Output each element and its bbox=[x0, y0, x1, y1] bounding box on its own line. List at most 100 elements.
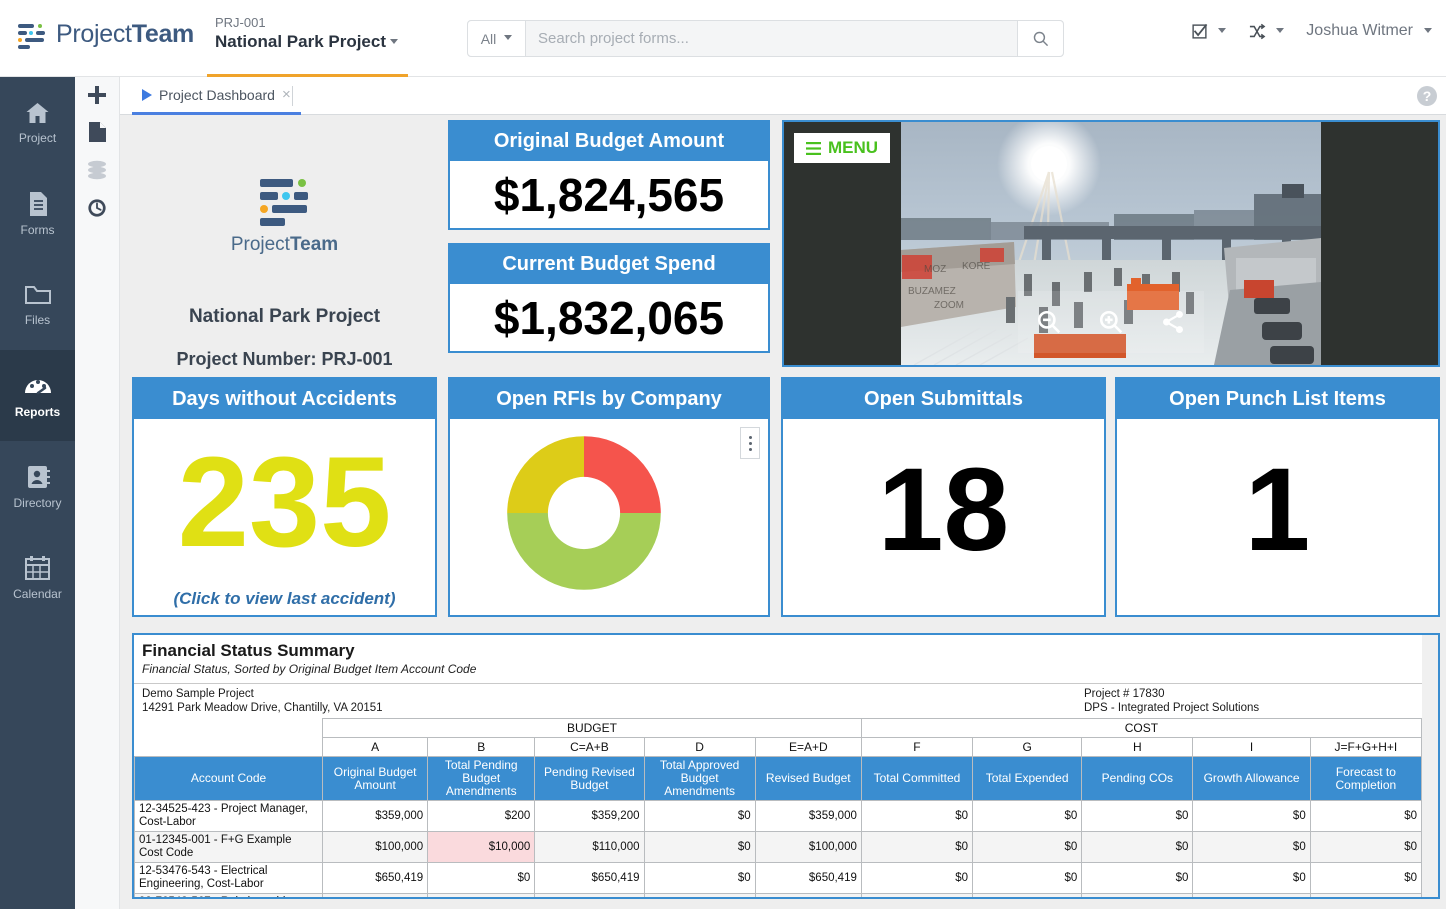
search-input[interactable] bbox=[526, 21, 1017, 56]
data-sources-button[interactable] bbox=[75, 151, 119, 189]
table-row[interactable]: 01-12345-001 - F+G Example Cost Code $100… bbox=[134, 831, 1423, 863]
column-header-pending-revised[interactable]: Pending Revised Budget bbox=[534, 756, 645, 801]
search-submit-button[interactable] bbox=[1017, 21, 1063, 56]
tasks-menu[interactable] bbox=[1191, 23, 1227, 40]
sidebar-item-project[interactable]: Project bbox=[0, 77, 75, 168]
jobsite-webcam-panel[interactable]: MOZ KORE BUZAMEZ ZOOM MENU bbox=[782, 120, 1440, 367]
svg-text:MOZ: MOZ bbox=[924, 264, 946, 275]
financial-status-summary-report[interactable]: Financial Status Summary Financial Statu… bbox=[132, 633, 1440, 899]
card-current-budget-spend[interactable]: Current Budget Spend $1,832,065 bbox=[448, 243, 770, 353]
card-title: Days without Accidents bbox=[134, 379, 435, 419]
card-title: Current Budget Spend bbox=[450, 245, 768, 284]
chevron-down-icon bbox=[1424, 27, 1432, 33]
column-header-growth-allowance[interactable]: Growth Allowance bbox=[1192, 756, 1311, 801]
chevron-down-icon[interactable] bbox=[390, 39, 399, 45]
close-icon[interactable]: × bbox=[282, 86, 291, 103]
zoom-out-button[interactable] bbox=[1018, 291, 1080, 353]
group-header-cost: COST bbox=[860, 718, 1423, 738]
letter-e: E=A+D bbox=[754, 737, 862, 757]
plus-icon bbox=[88, 86, 106, 104]
sidebar-item-directory[interactable]: Directory bbox=[0, 441, 75, 532]
column-header-pending-amendments[interactable]: Total Pending Budget Amendments bbox=[427, 756, 536, 801]
column-header-original-budget[interactable]: Original Budget Amount bbox=[322, 756, 429, 801]
rfi-donut-chart[interactable] bbox=[504, 433, 664, 593]
magnifier-plus-icon bbox=[1099, 310, 1123, 334]
cell-amount: $0 bbox=[1309, 862, 1423, 894]
card-open-submittals[interactable]: Open Submittals 18 bbox=[781, 377, 1106, 617]
folder-icon bbox=[24, 285, 51, 304]
share-icon bbox=[1163, 310, 1183, 334]
column-header-total-committed[interactable]: Total Committed bbox=[860, 756, 974, 801]
search-scope-dropdown[interactable]: All bbox=[468, 21, 526, 56]
card-original-budget-amount[interactable]: Original Budget Amount $1,824,565 bbox=[448, 120, 770, 230]
report-title: Financial Status Summary bbox=[142, 641, 355, 660]
report-subtitle: Financial Status, Sorted by Original Bud… bbox=[142, 662, 477, 676]
card-days-without-accidents[interactable]: Days without Accidents 235 (Click to vie… bbox=[132, 377, 437, 617]
search-icon bbox=[1033, 31, 1049, 47]
cell-amount: $64,506 bbox=[534, 893, 645, 897]
tab-project-dashboard[interactable]: Project Dashboard × bbox=[132, 77, 301, 115]
webcam-menu-label: MENU bbox=[828, 138, 879, 157]
letter-i: I bbox=[1192, 737, 1311, 757]
cell-amount: $0 bbox=[972, 862, 1083, 894]
column-header-approved-amendments[interactable]: Total Approved Budget Amendments bbox=[643, 756, 756, 801]
project-name: National Park Project bbox=[215, 32, 387, 51]
table-row[interactable]: 98-76543-567 - Reimbursables, Expense$64… bbox=[134, 893, 1423, 897]
donut-slice[interactable] bbox=[507, 513, 661, 590]
calendar-icon bbox=[25, 555, 50, 580]
webcam-controls bbox=[1018, 291, 1204, 353]
card-footnote[interactable]: (Click to view last accident) bbox=[134, 589, 435, 609]
card-value: $1,824,565 bbox=[493, 169, 725, 221]
table-row[interactable]: 12-53476-543 - Electrical Engineering, C… bbox=[134, 862, 1423, 894]
sidebar-item-forms[interactable]: Forms bbox=[0, 168, 75, 259]
shortcuts-menu[interactable] bbox=[1248, 23, 1285, 40]
history-button[interactable] bbox=[75, 189, 119, 227]
card-open-rfis-by-company[interactable]: Open RFIs by Company bbox=[448, 377, 770, 617]
financial-table-body: 12-34525-423 - Project Manager, Cost-Lab… bbox=[134, 800, 1423, 897]
column-header-account-code[interactable]: Account Code bbox=[134, 756, 324, 801]
add-new-button[interactable] bbox=[75, 77, 119, 113]
project-selector[interactable]: PRJ-001 National Park Project bbox=[215, 14, 399, 53]
primary-sidebar: Project Forms Files Reports Directory Ca… bbox=[0, 77, 75, 909]
cell-amount: $0 bbox=[643, 862, 756, 894]
table-row[interactable]: 12-34525-423 - Project Manager, Cost-Lab… bbox=[134, 800, 1423, 832]
cell-amount: $0 bbox=[972, 893, 1083, 897]
webcam-menu-button[interactable]: MENU bbox=[794, 133, 891, 163]
chevron-down-icon bbox=[504, 35, 513, 40]
project-info-block: ProjectTeam National Park Project Projec… bbox=[132, 120, 437, 370]
sidebar-item-reports[interactable]: Reports bbox=[0, 350, 75, 441]
projectteam-logo-large-icon bbox=[254, 175, 316, 226]
app-logo[interactable]: ProjectTeam bbox=[16, 20, 194, 49]
letter-g: G bbox=[972, 737, 1083, 757]
donut-slice[interactable] bbox=[507, 436, 584, 513]
donut-slice[interactable] bbox=[584, 436, 661, 513]
report-meta-right-line2: DPS - Integrated Project Solutions bbox=[1084, 702, 1260, 714]
zoom-in-button[interactable] bbox=[1080, 291, 1142, 353]
column-header-pending-cos[interactable]: Pending COs bbox=[1081, 756, 1194, 801]
letter-b: B bbox=[427, 737, 536, 757]
checkbox-icon bbox=[1192, 23, 1208, 39]
card-open-punch-list-items[interactable]: Open Punch List Items 1 bbox=[1115, 377, 1440, 617]
letter-j: J=F+G+H+I bbox=[1309, 737, 1423, 757]
report-meta-left-line1: Demo Sample Project bbox=[142, 688, 254, 700]
report-meta-left-line2: 14291 Park Meadow Drive, Chantilly, VA 2… bbox=[142, 702, 383, 714]
share-button[interactable] bbox=[1142, 291, 1204, 353]
sidebar-label: Forms bbox=[20, 222, 55, 237]
column-header-total-expended[interactable]: Total Expended bbox=[972, 756, 1083, 801]
user-menu[interactable]: Joshua Witmer bbox=[1306, 22, 1432, 40]
recent-documents-button[interactable] bbox=[75, 113, 119, 151]
report-scroll-gutter[interactable] bbox=[1422, 635, 1438, 897]
app-header: ProjectTeam PRJ-001 National Park Projec… bbox=[0, 0, 1446, 78]
help-icon[interactable]: ? bbox=[1417, 86, 1437, 106]
letter-d: D bbox=[643, 737, 756, 757]
column-header-forecast-completion[interactable]: Forecast to Completion bbox=[1309, 756, 1423, 801]
card-title: Open Submittals bbox=[783, 379, 1104, 419]
sidebar-item-calendar[interactable]: Calendar bbox=[0, 532, 75, 623]
table-group-header-row: BUDGET COST bbox=[135, 718, 1423, 738]
column-header-revised-budget[interactable]: Revised Budget bbox=[754, 756, 862, 801]
sidebar-item-files[interactable]: Files bbox=[0, 259, 75, 350]
chart-options-menu[interactable] bbox=[740, 427, 760, 459]
sidebar-label: Calendar bbox=[13, 586, 62, 601]
cell-amount: $0 bbox=[972, 800, 1083, 832]
financial-table[interactable]: BUDGET COST A B C=A+B D E=A+D F G H I J=… bbox=[134, 718, 1423, 897]
